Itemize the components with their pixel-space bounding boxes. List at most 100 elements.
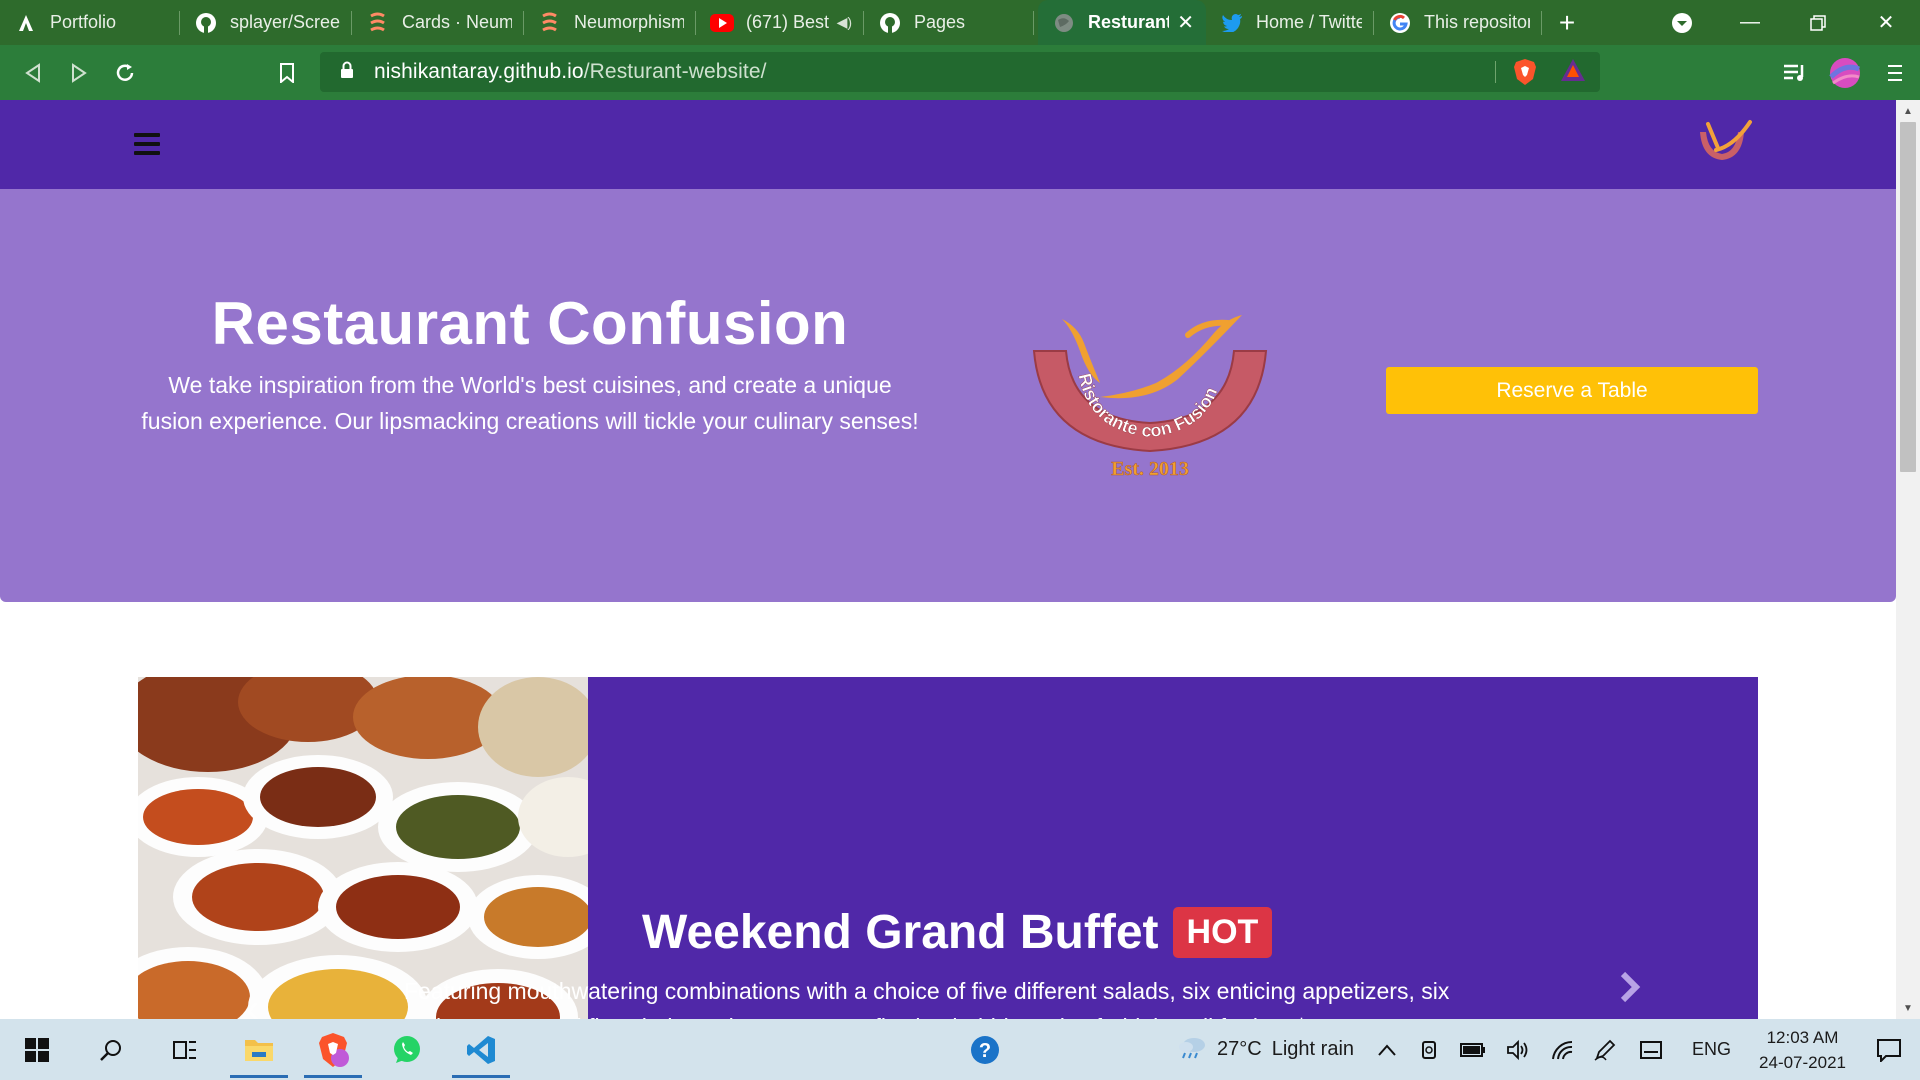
tab-label: This repository	[1424, 12, 1530, 32]
tab-label: Neumorphism	[574, 12, 684, 32]
windows-taskbar: ? 27°C Light rain ENG 12:03 AM 24-07-202…	[0, 1019, 1920, 1080]
restaurant-description: We take inspiration from the World's bes…	[141, 372, 919, 434]
hamburger-menu-icon[interactable]	[134, 133, 160, 155]
media-playlist-icon[interactable]	[1770, 45, 1820, 100]
tab-cards-neumo[interactable]: Cards · Neumo	[352, 0, 524, 45]
logo-est: Est. 2013	[1111, 458, 1189, 479]
tab-label: Resturant	[1088, 12, 1170, 32]
restaurant-title: Restaurant Confusion	[211, 290, 849, 357]
clock-time: 12:03 AM	[1766, 1027, 1839, 1047]
tab-label: Home / Twitte	[1256, 12, 1362, 32]
site-navbar	[0, 100, 1896, 189]
google-icon	[1388, 11, 1412, 35]
task-view-icon[interactable]	[148, 1019, 222, 1080]
restore-icon[interactable]	[1784, 0, 1852, 45]
search-icon[interactable]	[74, 1019, 148, 1080]
url-path: /Resturant-website/	[583, 60, 767, 83]
buffet-title: Weekend Grand Buffet HOT	[642, 905, 1273, 960]
tab-portfolio[interactable]: Portfolio	[0, 0, 180, 45]
wifi-icon[interactable]	[1540, 1019, 1584, 1080]
weather-temp: 27°C	[1217, 1038, 1262, 1060]
minimize-icon[interactable]: —	[1716, 0, 1784, 45]
buffet-food-image	[138, 677, 588, 1019]
brave-shields-icon[interactable]	[1512, 58, 1538, 91]
tab-neumorphism[interactable]: Neumorphism	[524, 0, 696, 45]
weather-widget[interactable]: 27°C Light rain	[1167, 1019, 1364, 1080]
reload-icon[interactable]	[102, 50, 148, 96]
whatsapp-icon[interactable]	[370, 1019, 444, 1080]
buffet-description: Featuring mouthwatering combinations wit…	[404, 978, 1450, 1004]
bookmark-icon[interactable]	[264, 50, 310, 96]
page-viewport: Restaurant Confusion We take inspiration…	[0, 100, 1896, 1019]
clock[interactable]: 12:03 AM 24-07-2021	[1747, 1025, 1858, 1075]
tab-label: Portfolio	[50, 12, 117, 32]
show-hidden-icons-icon[interactable]	[1364, 1019, 1410, 1080]
tab-pages[interactable]: Pages	[864, 0, 1034, 45]
carousel-prev-icon[interactable]: ‹	[246, 987, 259, 1019]
back-icon[interactable]	[10, 50, 56, 96]
menu-icon[interactable]	[1870, 45, 1920, 100]
tab-label: Cards · Neumo	[402, 12, 512, 32]
restaurant-logo: Ristorante con Fusion Est. 2013	[1028, 299, 1278, 484]
touch-keyboard-icon[interactable]	[1626, 1019, 1676, 1080]
close-window-icon[interactable]: ✕	[1852, 0, 1920, 45]
carousel: ‹ Weekend Grand Buffet HOT Featuring mou…	[138, 677, 1758, 1019]
brave-rewards-icon[interactable]	[1560, 58, 1586, 87]
window-controls: — ✕	[1716, 0, 1920, 45]
vscode-icon[interactable]	[444, 1019, 518, 1080]
help-icon[interactable]: ?	[948, 1019, 1022, 1080]
profile-avatar[interactable]	[1820, 45, 1870, 100]
browser-right-tools	[1770, 45, 1920, 100]
forward-icon[interactable]	[56, 50, 102, 96]
new-tab-button[interactable]: +	[1542, 0, 1592, 45]
github-icon	[194, 11, 218, 35]
scroll-up-icon[interactable]: ▲	[1896, 100, 1920, 122]
globe-icon	[1052, 11, 1076, 35]
windows-start-icon[interactable]	[0, 1019, 74, 1080]
buffet-description-line2: main entrees and five choicest desserts.…	[404, 1009, 1504, 1019]
page-scrollbar[interactable]: ▲ ▼	[1896, 100, 1920, 1019]
browser-tab-strip: Portfolio splayer/Screen Cards · Neumo N…	[0, 0, 1920, 45]
url-host: nishikantaray.github.io	[374, 60, 584, 83]
browser-toolbar: nishikantaray.github.io/Resturant-websit…	[0, 45, 1920, 100]
notification-center-icon[interactable]	[1858, 1019, 1920, 1080]
carousel-next-icon[interactable]	[1618, 970, 1642, 1009]
tab-splayer[interactable]: splayer/Screen	[180, 0, 352, 45]
brave-browser-icon[interactable]	[296, 1019, 370, 1080]
lock-icon[interactable]	[340, 61, 358, 84]
scroll-down-icon[interactable]: ▼	[1896, 997, 1920, 1019]
navbar-logo[interactable]	[1690, 118, 1754, 171]
a-logo-icon	[14, 11, 38, 35]
file-explorer-icon[interactable]	[222, 1019, 296, 1080]
language-indicator[interactable]: ENG	[1676, 1019, 1747, 1080]
tab-youtube[interactable]: (671) Best ◀)	[696, 0, 864, 45]
tab-search-icon[interactable]	[1660, 0, 1704, 45]
volume-icon[interactable]	[1496, 1019, 1540, 1080]
address-bar[interactable]: nishikantaray.github.io/Resturant-websit…	[320, 52, 1600, 92]
svg-text:?: ?	[979, 1040, 991, 1062]
weather-desc: Light rain	[1271, 1038, 1355, 1060]
buffet-title-text: Weekend Grand Buffet	[642, 906, 1159, 959]
meet-now-icon[interactable]	[1410, 1019, 1450, 1080]
tab-resturant[interactable]: Resturant ✕	[1038, 0, 1206, 45]
neumorphism-icon	[366, 11, 390, 35]
clock-date: 24-07-2021	[1759, 1052, 1846, 1072]
reserve-table-button[interactable]: Reserve a Table	[1386, 367, 1758, 414]
rain-cloud-icon	[1177, 1035, 1207, 1065]
omnibox-divider	[1495, 61, 1496, 83]
tab-twitter[interactable]: Home / Twitte	[1206, 0, 1374, 45]
speaker-icon[interactable]: ◀)	[837, 14, 852, 31]
twitter-icon	[1220, 11, 1244, 35]
system-tray: 27°C Light rain ENG 12:03 AM 24-07-2021	[1167, 1019, 1920, 1080]
scrollbar-thumb[interactable]	[1900, 122, 1916, 472]
url-text: nishikantaray.github.io/Resturant-websit…	[374, 60, 767, 84]
neumorphism-icon	[538, 11, 562, 35]
hot-badge: HOT	[1172, 907, 1273, 958]
close-tab-icon[interactable]: ✕	[1177, 10, 1194, 35]
tab-google[interactable]: This repository	[1374, 0, 1542, 45]
battery-icon[interactable]	[1450, 1019, 1496, 1080]
tab-label: (671) Best	[746, 12, 830, 32]
github-icon	[878, 11, 902, 35]
pen-workspace-icon[interactable]	[1584, 1019, 1626, 1080]
youtube-icon	[710, 11, 734, 35]
